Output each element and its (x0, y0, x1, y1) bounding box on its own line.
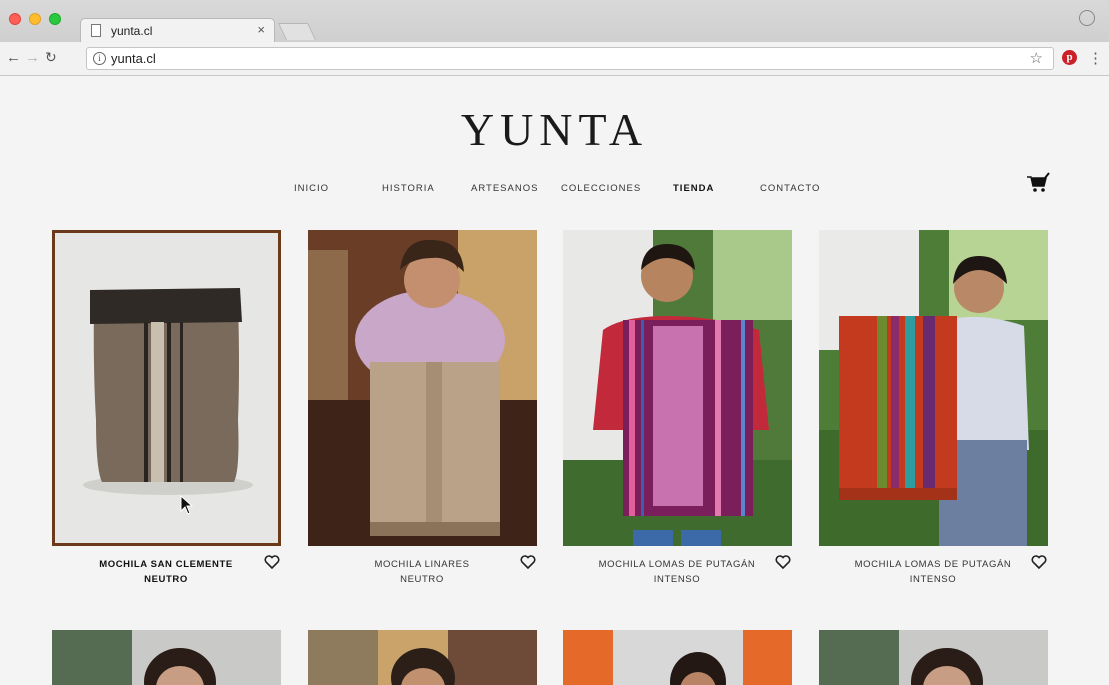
heart-icon[interactable] (775, 555, 791, 569)
product-image[interactable] (52, 230, 281, 546)
product-title[interactable]: MOCHILA SAN CLEMENTE NEUTRO (66, 557, 266, 587)
close-window-button[interactable] (9, 13, 21, 25)
heart-icon[interactable] (520, 555, 536, 569)
reload-icon[interactable]: ↻ (45, 49, 57, 66)
main-nav: INICIO HISTORIA ARTESANOS COLECCIONES TI… (0, 183, 1109, 197)
mouse-cursor-icon (180, 495, 194, 515)
info-icon[interactable]: i (93, 52, 106, 65)
product-name: MOCHILA LINARES (374, 559, 470, 570)
product-name: MOCHILA LOMAS DE PUTAGÁN (854, 559, 1012, 570)
maximize-window-button[interactable] (49, 13, 61, 25)
minimize-window-button[interactable] (29, 13, 41, 25)
cart-icon[interactable] (1025, 172, 1051, 194)
product-image[interactable] (52, 630, 281, 685)
product-image[interactable] (819, 230, 1048, 546)
pinterest-icon[interactable]: p (1062, 50, 1077, 65)
bookmark-star-icon[interactable]: ☆ (1030, 49, 1043, 67)
heart-icon[interactable] (264, 555, 280, 569)
heart-icon[interactable] (1031, 555, 1047, 569)
product-title[interactable]: MOCHILA LOMAS DE PUTAGÁN INTENSO (577, 557, 777, 587)
product-title[interactable]: MOCHILA LINARES NEUTRO (322, 557, 522, 587)
browser-toolbar: ← → ↻ i yunta.cl ☆ p ⋮ (0, 42, 1109, 76)
page-icon (91, 24, 101, 37)
nav-item-colecciones[interactable]: COLECCIONES (561, 183, 641, 194)
profile-icon[interactable] (1079, 10, 1095, 26)
nav-item-artesanos[interactable]: ARTESANOS (471, 183, 538, 194)
browser-tab[interactable]: yunta.cl × (80, 18, 275, 42)
product-variant: NEUTRO (144, 574, 188, 585)
product-image[interactable] (563, 630, 792, 685)
product-variant: INTENSO (909, 574, 957, 585)
tab-title: yunta.cl (111, 24, 153, 38)
product-name: MOCHILA SAN CLEMENTE (99, 559, 233, 570)
site-logo[interactable]: YUNTA (0, 103, 1109, 156)
tab-close-icon[interactable]: × (257, 22, 265, 37)
product-variant: NEUTRO (400, 574, 444, 585)
product-image[interactable] (308, 230, 537, 546)
nav-item-inicio[interactable]: INICIO (294, 183, 329, 194)
product-image[interactable] (563, 230, 792, 546)
forward-arrow-icon[interactable]: → (25, 49, 40, 66)
product-image[interactable] (819, 630, 1048, 685)
product-image[interactable] (308, 630, 537, 685)
back-arrow-icon[interactable]: ← (6, 49, 21, 66)
url-text[interactable]: yunta.cl (111, 51, 156, 66)
product-name: MOCHILA LOMAS DE PUTAGÁN (598, 559, 756, 570)
product-variant: INTENSO (653, 574, 701, 585)
nav-item-historia[interactable]: HISTORIA (382, 183, 435, 194)
more-menu-icon[interactable]: ⋮ (1088, 49, 1103, 67)
nav-item-contacto[interactable]: CONTACTO (760, 183, 820, 194)
new-tab-button[interactable] (278, 23, 316, 40)
address-bar[interactable]: i yunta.cl ☆ (86, 47, 1054, 70)
browser-tab-strip: yunta.cl × (0, 0, 1109, 42)
product-title[interactable]: MOCHILA LOMAS DE PUTAGÁN INTENSO (833, 557, 1033, 587)
nav-item-tienda[interactable]: TIENDA (673, 183, 714, 194)
